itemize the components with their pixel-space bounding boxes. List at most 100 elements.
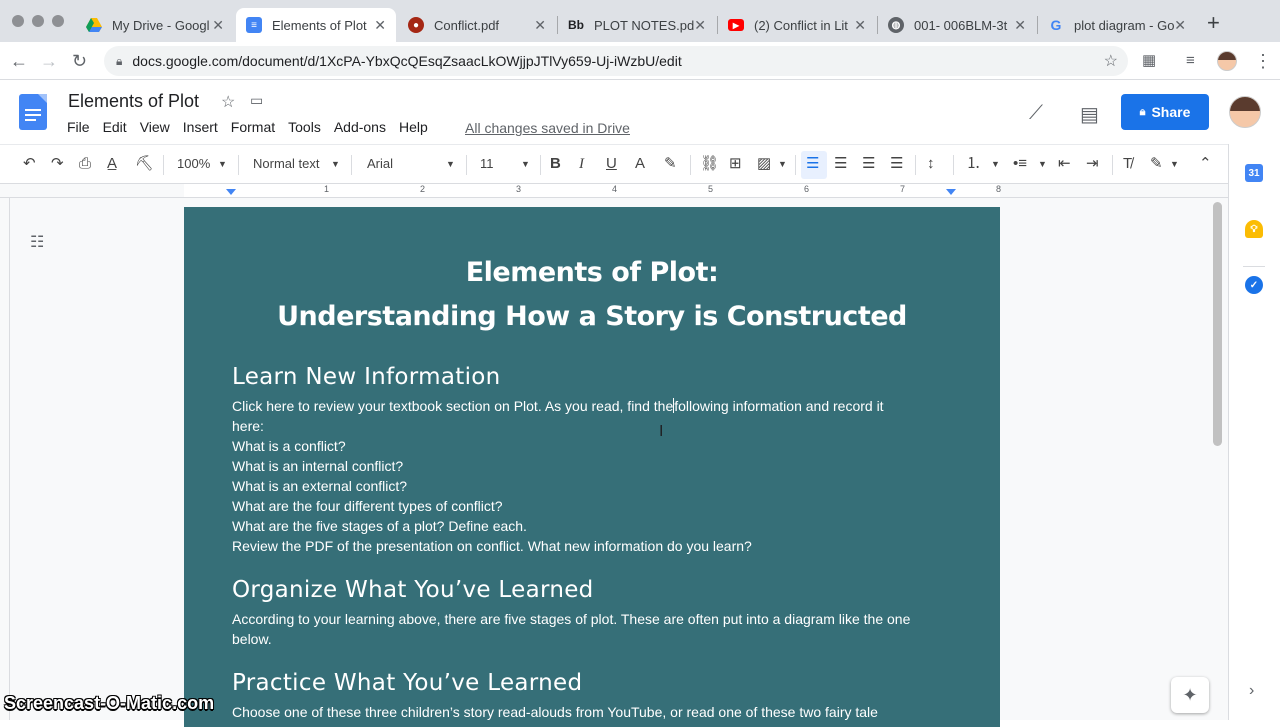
window-minimize-button[interactable] [32, 15, 44, 27]
chevron-right-icon[interactable]: › [1249, 682, 1254, 700]
close-tab-icon[interactable]: ✕ [854, 17, 866, 34]
italic-icon[interactable]: I [579, 155, 584, 173]
paragraph-line: Choose one of these three children’s sto… [232, 704, 878, 720]
ruler-number: 6 [804, 184, 810, 194]
close-tab-icon[interactable]: ✕ [1174, 17, 1186, 34]
activity-trend-icon[interactable]: ⟋ [1029, 102, 1043, 125]
browser-tab-conflict-pdf[interactable]: ● Conflict.pdf ✕ [398, 8, 556, 42]
decrease-indent-icon[interactable]: ⇤ [1058, 155, 1071, 173]
line-spacing-icon[interactable]: ↕ [927, 155, 935, 173]
editing-toolbar: ↶ ↷ ⎙ A̲ ⛏ 100% ▼ Normal text ▼ Arial ▼ … [0, 144, 1228, 184]
close-tab-icon[interactable]: ✕ [534, 17, 546, 34]
share-button[interactable]: 🔒︎ Share [1121, 94, 1209, 130]
browser-tab-youtube[interactable]: ▶ (2) Conflict in Lit ✕ [718, 8, 876, 42]
font-size-select[interactable]: 11 [480, 156, 494, 171]
menu-help[interactable]: Help [399, 119, 428, 135]
vertical-scrollbar[interactable] [1213, 202, 1222, 446]
media-queue-icon[interactable]: ≡ [1186, 51, 1195, 71]
profile-avatar[interactable] [1217, 51, 1237, 71]
question-line: What are the five stages of a plot? Defi… [232, 518, 527, 534]
apps-grid-icon[interactable]: ▦ [1142, 51, 1156, 71]
browser-tab-my-drive[interactable]: My Drive - Googl ✕ [76, 8, 234, 42]
align-right-icon[interactable]: ☰ [862, 155, 875, 173]
forward-icon[interactable]: → [40, 51, 58, 71]
browser-tab-elements-of-plot[interactable]: ≡ Elements of Plot ✕ [236, 8, 396, 42]
editing-mode-icon[interactable]: ✎ [1150, 155, 1163, 173]
tasks-icon[interactable]: ✓ [1245, 276, 1263, 294]
toolbar-divider [540, 155, 541, 175]
document-title[interactable]: Elements of Plot [68, 91, 199, 112]
menu-view[interactable]: View [140, 119, 170, 135]
browser-tab-plot-diagram[interactable]: G plot diagram - Go ✕ [1038, 8, 1196, 42]
browser-tab-plot-notes[interactable]: Bb PLOT NOTES.pdf ✕ [558, 8, 716, 42]
close-tab-icon[interactable]: ✕ [212, 17, 224, 34]
bookmark-star-icon[interactable]: ☆ [1104, 51, 1118, 71]
font-family-select[interactable]: Arial [367, 156, 393, 171]
account-avatar[interactable] [1229, 96, 1261, 128]
chevron-down-icon: ▼ [1170, 159, 1179, 169]
new-tab-icon[interactable]: + [1207, 12, 1220, 34]
paragraph-style-select[interactable]: Normal text [253, 156, 319, 171]
star-icon[interactable]: ☆ [221, 92, 235, 112]
close-tab-icon[interactable]: ✕ [374, 17, 386, 34]
close-tab-icon[interactable]: ✕ [694, 17, 706, 34]
insert-comment-icon[interactable]: ⊞ [729, 155, 742, 173]
bold-icon[interactable]: B [550, 155, 561, 173]
close-tab-icon[interactable]: ✕ [1014, 17, 1026, 34]
comments-icon[interactable]: ▤ [1080, 102, 1099, 127]
toolbar-divider [915, 155, 916, 175]
calendar-icon[interactable]: 31 [1245, 164, 1263, 182]
document-heading-line-2: Understanding How a Story is Constructed [277, 301, 907, 332]
insert-image-icon[interactable]: ▨ [757, 155, 771, 173]
browser-menu-icon[interactable]: ⋮ [1254, 51, 1272, 71]
clear-formatting-icon[interactable]: T̸ [1123, 155, 1132, 173]
tab-label: PLOT NOTES.pdf [594, 17, 694, 33]
paint-format-icon[interactable]: ⛏ [135, 155, 154, 173]
browser-tab-blm[interactable]: ◍ 001- 006BLM-3t ✕ [878, 8, 1036, 42]
keep-icon[interactable]: 💡︎ [1245, 220, 1263, 238]
menu-insert[interactable]: Insert [183, 119, 218, 135]
move-folder-icon[interactable]: ▭ [250, 92, 263, 109]
insert-link-icon[interactable]: ⛓ [700, 155, 719, 173]
print-icon[interactable]: ⎙ [79, 155, 91, 173]
collapse-menus-icon[interactable]: ⌃ [1199, 155, 1212, 173]
align-left-icon[interactable]: ☰ [806, 155, 819, 173]
document-page[interactable]: Elements of Plot: Understanding How a St… [184, 207, 1000, 727]
menu-format[interactable]: Format [231, 119, 275, 135]
explore-button[interactable]: ✦ [1171, 677, 1209, 713]
reload-icon[interactable]: ↻ [72, 51, 87, 71]
toolbar-divider [466, 155, 467, 175]
justify-icon[interactable]: ☰ [890, 155, 903, 173]
left-indent-marker[interactable] [226, 189, 236, 195]
docs-logo-icon[interactable] [19, 94, 47, 130]
increase-indent-icon[interactable]: ⇥ [1086, 155, 1099, 173]
align-center-icon[interactable]: ☰ [834, 155, 847, 173]
menu-file[interactable]: File [67, 119, 90, 135]
back-icon[interactable]: ← [10, 51, 28, 71]
document-outline-icon[interactable]: ☷ [30, 232, 44, 252]
numbered-list-icon[interactable]: ⒈ [966, 155, 981, 173]
menu-addons[interactable]: Add-ons [334, 119, 386, 135]
window-close-button[interactable] [12, 15, 24, 27]
bulleted-list-icon[interactable]: •≡ [1013, 155, 1027, 173]
highlight-color-icon[interactable]: ✎ [664, 155, 677, 173]
text-color-icon[interactable]: A [635, 155, 645, 173]
ruler-number: 3 [516, 184, 522, 194]
docs-header: Elements of Plot ☆ ▭ File Edit View Inse… [0, 80, 1280, 144]
spellcheck-icon[interactable]: A̲ [107, 155, 117, 173]
section-heading-practice: Practice What You’ve Learned [232, 670, 583, 696]
window-zoom-button[interactable] [52, 15, 64, 27]
menu-edit[interactable]: Edit [103, 119, 127, 135]
address-bar[interactable]: 🔒︎ docs.google.com/document/d/1XcPA-YbxQ… [104, 46, 1128, 76]
zoom-select[interactable]: 100% [177, 156, 210, 171]
undo-icon[interactable]: ↶ [23, 155, 36, 173]
underline-icon[interactable]: U [606, 155, 617, 173]
menu-tools[interactable]: Tools [288, 119, 321, 135]
right-indent-marker[interactable] [946, 189, 956, 195]
docs-icon: ≡ [246, 17, 262, 33]
ruler-number: 2 [420, 184, 426, 194]
redo-icon[interactable]: ↷ [51, 155, 64, 173]
ruler-number: 1 [324, 184, 330, 194]
save-status[interactable]: All changes saved in Drive [465, 120, 630, 136]
lock-icon: 🔒︎ [1139, 105, 1146, 118]
